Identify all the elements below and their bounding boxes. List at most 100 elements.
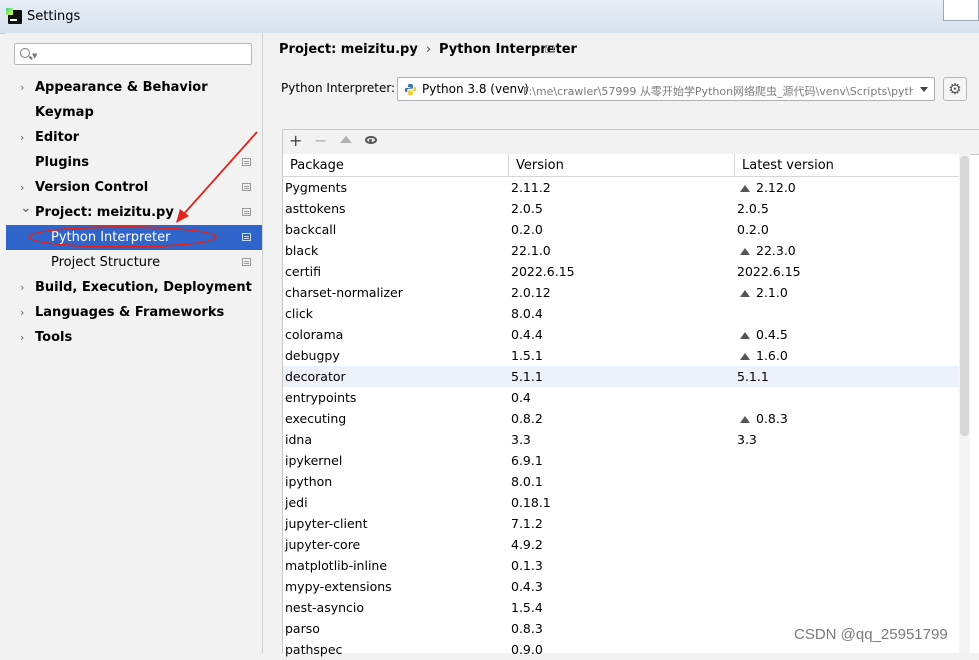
close-window-button[interactable] — [943, 0, 979, 21]
sidebar-item-build-execution-deployment[interactable]: › Build, Execution, Deployment — [6, 275, 262, 300]
package-version: 0.1.3 — [511, 558, 543, 573]
project-level-icon — [242, 233, 251, 241]
package-latest-version-cell: 3.3 — [737, 429, 757, 450]
table-row[interactable]: mypy-extensions 0.4.3 — [283, 576, 960, 597]
table-row[interactable]: idna 3.3 3.3 — [283, 429, 960, 450]
table-row[interactable]: jupyter-core 4.9.2 — [283, 534, 960, 555]
sidebar-item-editor[interactable]: › Editor — [6, 125, 262, 150]
sidebar-item-plugins[interactable]: Plugins — [6, 150, 262, 175]
table-row[interactable]: Pygments 2.11.2 2.12.0 — [283, 177, 960, 198]
chevron-right-icon[interactable]: › — [20, 325, 24, 350]
sidebar-item-project-meizitu-py[interactable]: ⌄ Project: meizitu.py — [6, 200, 262, 225]
package-version: 0.4.3 — [511, 579, 543, 594]
breadcrumb-page: Python Interpreter — [439, 42, 577, 57]
table-row[interactable]: decorator 5.1.1 5.1.1 — [283, 366, 960, 387]
sidebar-item-label: Appearance & Behavior — [35, 80, 208, 95]
package-latest-version-cell: 5.1.1 — [737, 366, 769, 387]
package-latest-version-cell: 2.0.5 — [737, 198, 769, 219]
sidebar-item-appearance-behavior[interactable]: › Appearance & Behavior — [6, 75, 262, 100]
package-name: certifi — [285, 264, 321, 279]
package-latest-version: 2.0.5 — [737, 201, 769, 216]
column-header-latest-version[interactable]: Latest version — [735, 154, 960, 176]
package-name: decorator — [285, 369, 346, 384]
package-name: entrypoints — [285, 390, 357, 405]
package-latest-version: 22.3.0 — [756, 243, 796, 258]
table-row[interactable]: certifi 2022.6.15 2022.6.15 — [283, 261, 960, 282]
sidebar-item-label: Build, Execution, Deployment — [35, 280, 252, 295]
package-latest-version-cell: 22.3.0 — [737, 240, 796, 261]
remove-package-button[interactable]: − — [314, 131, 327, 151]
package-version: 7.1.2 — [511, 516, 543, 531]
vertical-scrollbar[interactable] — [959, 154, 970, 654]
settings-sidebar: ▼ › Appearance & Behavior Keymap › Editor Plu… — [6, 33, 263, 653]
breadcrumb: Project: meizitu.py › Python Interpreter — [279, 42, 577, 57]
table-row[interactable]: debugpy 1.5.1 1.6.0 — [283, 345, 960, 366]
sidebar-item-python-interpreter[interactable]: Python Interpreter — [6, 225, 262, 250]
project-level-icon — [242, 183, 251, 191]
breadcrumb-project: Project: meizitu.py — [279, 42, 418, 57]
title-bar: Settings — [0, 0, 979, 34]
scrollbar-thumb[interactable] — [960, 156, 969, 436]
interpreter-select[interactable]: Python 3.8 (venv) F:\me\crawler\57999 从零… — [397, 77, 935, 101]
table-row[interactable]: nest-asyncio 1.5.4 — [283, 597, 960, 618]
table-row[interactable]: executing 0.8.2 0.8.3 — [283, 408, 960, 429]
table-row[interactable]: jupyter-client 7.1.2 — [283, 513, 960, 534]
table-row[interactable]: ipython 8.0.1 — [283, 471, 960, 492]
table-row[interactable]: entrypoints 0.4 — [283, 387, 960, 408]
chevron-down-icon[interactable]: ⌄ — [20, 196, 32, 221]
chevron-right-icon[interactable]: › — [20, 125, 24, 150]
table-row[interactable]: jedi 0.18.1 — [283, 492, 960, 513]
window-title: Settings — [27, 9, 81, 24]
package-name: idna — [285, 432, 312, 447]
package-latest-version-cell: 0.2.0 — [737, 219, 769, 240]
search-icon — [20, 48, 30, 58]
interpreter-label: Python Interpreter: — [281, 81, 396, 95]
sidebar-item-label: Editor — [35, 130, 80, 145]
package-latest-version-cell: 2022.6.15 — [737, 261, 801, 282]
table-row[interactable]: black 22.1.0 22.3.0 — [283, 240, 960, 261]
sidebar-item-project-structure[interactable]: Project Structure — [6, 250, 262, 275]
sidebar-item-tools[interactable]: › Tools — [6, 325, 262, 350]
table-row[interactable]: colorama 0.4.4 0.4.5 — [283, 324, 960, 345]
upgrade-available-icon — [740, 289, 750, 297]
package-latest-version-cell: 0.4.5 — [737, 324, 788, 345]
settings-content: Project: meizitu.py › Python Interpreter P… — [263, 33, 979, 657]
package-version: 2022.6.15 — [511, 264, 575, 279]
table-row[interactable]: charset-normalizer 2.0.12 2.1.0 — [283, 282, 960, 303]
project-level-icon — [242, 208, 251, 216]
table-row[interactable]: backcall 0.2.0 0.2.0 — [283, 219, 960, 240]
gear-icon[interactable]: ⚙ — [943, 77, 967, 101]
upgrade-available-icon — [740, 415, 750, 423]
upgrade-available-icon — [740, 352, 750, 360]
watermark: CSDN @qq_25951799 — [794, 626, 948, 643]
interpreter-path: F:\me\crawler\57999 从零开始学Python网络爬虫_源代码\… — [523, 85, 913, 98]
package-name: colorama — [285, 327, 344, 342]
chevron-down-icon[interactable] — [920, 87, 928, 92]
package-name: pathspec — [285, 642, 343, 657]
settings-search-input[interactable]: ▼ — [14, 43, 252, 65]
sidebar-item-languages-frameworks[interactable]: › Languages & Frameworks — [6, 300, 262, 325]
sidebar-item-version-control[interactable]: › Version Control — [6, 175, 262, 200]
show-early-releases-eye-icon[interactable] — [365, 136, 377, 144]
package-version: 6.9.1 — [511, 453, 543, 468]
table-row[interactable]: matplotlib-inline 0.1.3 — [283, 555, 960, 576]
package-name: ipython — [285, 474, 333, 489]
table-row[interactable]: click 8.0.4 — [283, 303, 960, 324]
sidebar-item-keymap[interactable]: Keymap — [6, 100, 262, 125]
table-row[interactable]: ipykernel 6.9.1 — [283, 450, 960, 471]
column-header-version[interactable]: Version — [509, 154, 735, 176]
table-header: Package Version Latest version — [283, 154, 960, 177]
package-name: executing — [285, 411, 347, 426]
add-package-button[interactable]: + — [289, 131, 302, 151]
column-header-package[interactable]: Package — [283, 154, 509, 176]
table-row[interactable]: asttokens 2.0.5 2.0.5 — [283, 198, 960, 219]
search-dropdown-icon[interactable]: ▼ — [32, 52, 37, 60]
pycharm-app-icon — [6, 8, 22, 24]
upgrade-package-button[interactable] — [340, 136, 352, 143]
chevron-right-icon[interactable]: › — [20, 75, 24, 100]
chevron-right-icon[interactable]: › — [20, 300, 24, 325]
chevron-right-icon[interactable]: › — [20, 275, 24, 300]
package-version: 0.18.1 — [511, 495, 551, 510]
package-version: 0.8.2 — [511, 411, 543, 426]
package-latest-version: 1.6.0 — [756, 348, 788, 363]
